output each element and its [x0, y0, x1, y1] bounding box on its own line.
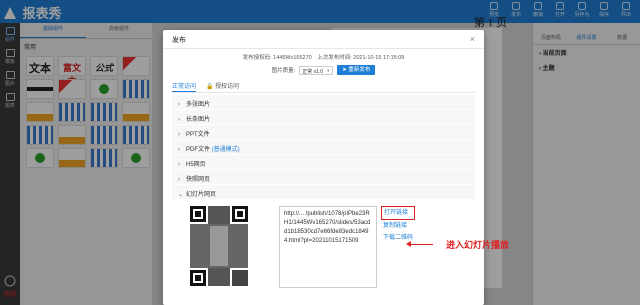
annotation-text: 进入幻灯片播放 — [446, 240, 510, 250]
qr-code — [188, 204, 250, 288]
slides-panel: http://... /publish/1078/pIPbe23RH1/1445… — [172, 200, 475, 294]
chevron-down-icon: ▼ — [326, 67, 331, 73]
copy-link-button[interactable]: 复制链接 — [381, 220, 415, 232]
list-item-h5[interactable]: › H5网页 — [172, 155, 475, 170]
close-icon[interactable]: × — [470, 34, 475, 44]
publish-format-list: › 多张图片 › 长条图片 › PPT文件 › PDF文件 (普通模式) › H5网页 ›… — [172, 95, 475, 294]
chevron-right-icon: › — [178, 177, 180, 183]
list-item-pdf[interactable]: › PDF文件 (普通模式) — [172, 140, 475, 155]
publish-code: 发布授权码: 1445Wv165270 — [242, 55, 312, 61]
open-link-button[interactable]: 打开链接 — [381, 206, 416, 220]
annotation-line — [409, 244, 433, 245]
list-item-ppt[interactable]: › PPT文件 — [172, 125, 475, 140]
tab-normal-access[interactable]: 正常访问 — [172, 81, 197, 92]
dialog-title: 发布 — [163, 30, 484, 49]
publish-meta: 发布授权码: 1445Wv165270 上次发布时间: 2021-10-15 1… — [163, 53, 484, 61]
list-item-snapshot[interactable]: › 快照网页 — [172, 170, 475, 185]
chevron-right-icon: › — [178, 117, 180, 123]
list-item-long-image[interactable]: › 长条图片 — [172, 110, 475, 125]
tab-authorized-access[interactable]: 🔒 授权访问 — [206, 81, 239, 92]
quality-select[interactable]: 正常 x1.0 ▼ — [299, 65, 334, 75]
republish-button[interactable]: ➤ 重新发布 — [337, 65, 376, 75]
list-item-multi-image[interactable]: › 多张图片 — [172, 95, 475, 110]
chevron-right-icon: › — [178, 147, 180, 153]
publish-dialog: 发布 × 发布授权码: 1445Wv165270 上次发布时间: 2021-10… — [163, 30, 484, 305]
last-publish-time: 上次发布时间: 2021-10-15 17:15:09 — [317, 55, 405, 61]
chevron-right-icon: › — [178, 162, 180, 168]
publish-url-box[interactable]: http://... /publish/1078/pIPbe23RH1/1445… — [279, 206, 377, 288]
chevron-down-icon: ⌄ — [178, 192, 184, 198]
quality-row: 图片质量: 正常 x1.0 ▼ ➤ 重新发布 — [163, 65, 484, 75]
chevron-right-icon: › — [178, 102, 180, 108]
quality-label: 图片质量: — [271, 68, 296, 74]
list-item-slides[interactable]: ⌄ 幻灯片网页 — [172, 185, 475, 200]
pdf-mode-link[interactable]: (普通模式) — [212, 147, 240, 153]
chevron-right-icon: › — [178, 132, 180, 138]
